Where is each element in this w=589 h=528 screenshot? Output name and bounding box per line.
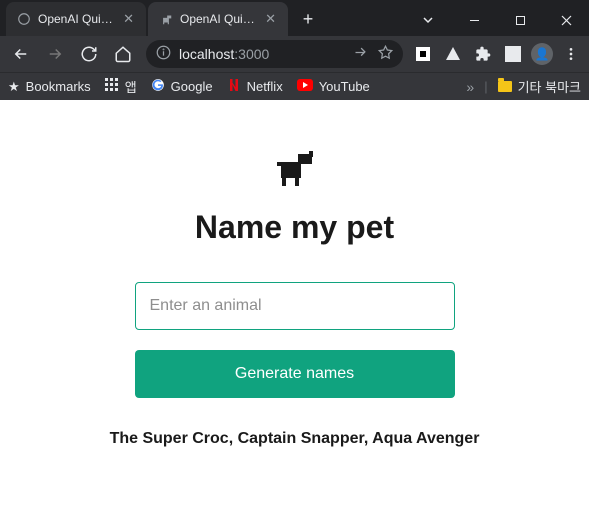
bookmark-youtube[interactable]: YouTube (297, 79, 370, 94)
share-icon[interactable] (353, 45, 368, 63)
window-dropdown-icon[interactable] (405, 4, 451, 36)
browser-chrome: OpenAI Quicksta ✕ OpenAI Quicksta ✕ + (0, 0, 589, 100)
new-tab-button[interactable]: + (294, 5, 322, 33)
tab-inactive[interactable]: OpenAI Quicksta ✕ (6, 2, 146, 36)
dog-icon (273, 148, 317, 193)
youtube-icon (297, 79, 313, 94)
bookmarks-divider: | (484, 79, 487, 94)
folder-icon (498, 81, 512, 92)
tab-close-icon[interactable]: ✕ (121, 11, 136, 27)
generate-button[interactable]: Generate names (135, 350, 455, 398)
back-button[interactable] (6, 39, 36, 69)
page-content: Name my pet Generate names The Super Cro… (0, 100, 589, 528)
extension-icon[interactable] (501, 42, 525, 66)
tab-title: OpenAI Quicksta (38, 12, 115, 26)
bookmark-netflix[interactable]: Netflix (227, 78, 283, 95)
reload-button[interactable] (74, 39, 104, 69)
tab-favicon-icon (16, 11, 32, 27)
titlebar: OpenAI Quicksta ✕ OpenAI Quicksta ✕ + (0, 0, 589, 36)
url-text: localhost:3000 (179, 46, 345, 62)
extension-icons: 👤 (411, 42, 583, 66)
apps-grid-icon (105, 78, 119, 95)
toolbar: localhost:3000 👤 (0, 36, 589, 72)
netflix-icon (227, 78, 241, 95)
extension-icon[interactable] (411, 42, 435, 66)
other-bookmarks[interactable]: 기타 북마크 (498, 77, 581, 96)
bookmark-star-icon[interactable] (378, 45, 393, 63)
bookmark-apps[interactable]: 앱 (105, 77, 137, 96)
menu-dots-icon[interactable] (559, 42, 583, 66)
star-icon: ★ (8, 79, 20, 95)
google-icon (151, 78, 165, 95)
tab-active[interactable]: OpenAI Quicksta ✕ (148, 2, 288, 36)
bookmarks-label[interactable]: ★ Bookmarks (8, 79, 91, 95)
input-wrapper (135, 282, 455, 330)
tab-favicon-dog-icon (158, 11, 174, 27)
tab-close-icon[interactable]: ✕ (263, 11, 278, 27)
home-button[interactable] (108, 39, 138, 69)
forward-button[interactable] (40, 39, 70, 69)
result-text: The Super Croc, Captain Snapper, Aqua Av… (110, 430, 480, 448)
tab-strip: OpenAI Quicksta ✕ OpenAI Quicksta ✕ + (0, 2, 405, 36)
bookmark-google[interactable]: Google (151, 78, 213, 95)
page-title: Name my pet (195, 209, 394, 246)
bookmarks-overflow-icon[interactable]: » (466, 79, 474, 95)
maximize-button[interactable] (497, 4, 543, 36)
tab-title: OpenAI Quicksta (180, 12, 257, 26)
site-info-icon[interactable] (156, 45, 171, 63)
animal-input[interactable] (135, 282, 455, 330)
extensions-puzzle-icon[interactable] (471, 42, 495, 66)
address-bar[interactable]: localhost:3000 (146, 40, 403, 68)
bookmarks-bar: ★ Bookmarks 앱 Google Netflix YouTube » |… (0, 72, 589, 100)
minimize-button[interactable] (451, 4, 497, 36)
profile-avatar[interactable]: 👤 (531, 43, 553, 65)
close-button[interactable] (543, 4, 589, 36)
window-controls (405, 4, 589, 36)
extension-icon[interactable] (441, 42, 465, 66)
